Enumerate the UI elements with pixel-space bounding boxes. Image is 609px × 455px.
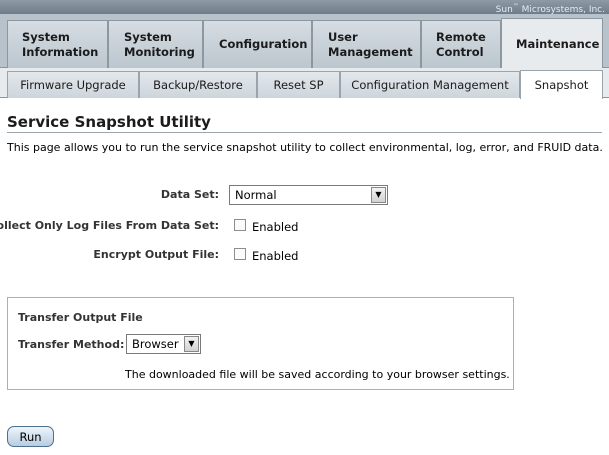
chevron-down-icon[interactable]: ▼ [184,336,199,352]
tab-system-information[interactable]: System Information [7,20,108,68]
tab-system-monitoring[interactable]: System Monitoring [108,20,203,68]
brand-bar: Sun™ Microsystems, Inc. [0,0,609,15]
collect-logs-enabled-label: Enabled [252,220,299,234]
subtab-reset-sp[interactable]: Reset SP [257,71,340,98]
sub-tab-bar: Firmware Upgrade Backup/Restore Reset SP… [0,68,609,99]
data-set-value: Normal [235,188,277,202]
tab-remote-control[interactable]: Remote Control [421,20,501,68]
main-tab-bar: System Information System Monitoring Con… [0,14,609,69]
subtab-firmware-upgrade[interactable]: Firmware Upgrade [7,71,139,98]
subtab-configuration-management[interactable]: Configuration Management [340,71,520,98]
data-set-select[interactable]: Normal ▼ [229,185,388,205]
transfer-section-title: Transfer Output File [18,311,143,324]
page-title: Service Snapshot Utility [7,113,211,131]
data-set-label: Data Set: [160,188,219,201]
encrypt-label: Encrypt Output File: [93,248,219,261]
title-divider [7,132,602,133]
chevron-down-icon[interactable]: ▼ [371,187,386,203]
collect-logs-label: Collect Only Log Files From Data Set: [0,219,219,232]
collect-logs-checkbox[interactable] [234,219,246,231]
tab-configuration[interactable]: Configuration [203,20,312,68]
transfer-method-select[interactable]: Browser ▼ [126,334,201,354]
encrypt-enabled-label: Enabled [252,249,299,263]
encrypt-checkbox[interactable] [234,248,246,260]
tab-maintenance[interactable]: Maintenance [501,18,603,69]
run-button[interactable]: Run [7,426,54,447]
transfer-method-label: Transfer Method: [18,338,125,351]
subtab-snapshot[interactable]: Snapshot [520,70,603,99]
transfer-method-value: Browser [132,337,179,351]
page-description: This page allows you to run the service … [7,141,603,154]
tab-user-management[interactable]: User Management [312,20,421,68]
subtab-backup-restore[interactable]: Backup/Restore [139,71,257,98]
transfer-note: The downloaded file will be saved accord… [125,368,510,381]
